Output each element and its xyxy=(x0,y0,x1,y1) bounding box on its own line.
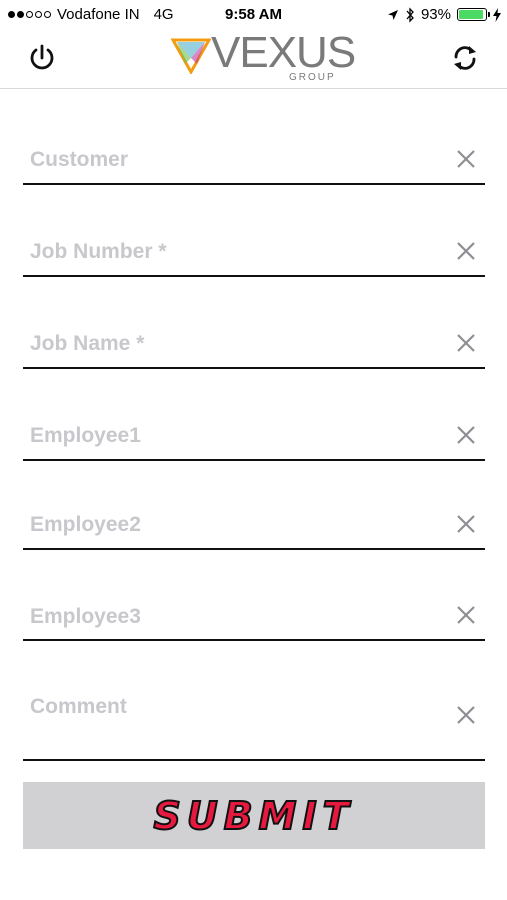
battery-percent: 93% xyxy=(420,6,451,23)
refresh-icon xyxy=(454,46,476,70)
location-arrow-icon xyxy=(387,9,398,20)
customer-placeholder: Customer xyxy=(30,148,129,171)
clear-customer-icon[interactable] xyxy=(455,148,477,170)
logo-text: VEXUS xyxy=(211,28,356,77)
logo-subtitle: GROUP xyxy=(289,72,336,83)
charging-icon xyxy=(493,7,501,22)
clear-employee2-icon[interactable] xyxy=(455,513,477,535)
status-bar: Vodafone IN 4G 9:58 AM 93% xyxy=(0,0,507,30)
status-right: 93% xyxy=(387,6,501,23)
submit-button[interactable]: SUBMIT xyxy=(23,782,485,849)
comment-field[interactable]: Comment xyxy=(23,686,485,761)
employee3-placeholder: Employee3 xyxy=(30,605,141,628)
job-number-field[interactable]: Job Number * xyxy=(23,230,485,277)
battery-icon xyxy=(457,8,490,21)
vexus-triangle-logo-icon xyxy=(171,38,211,74)
refresh-button[interactable] xyxy=(447,40,483,76)
employee3-field[interactable]: Employee3 xyxy=(23,594,485,641)
clear-employee3-icon[interactable] xyxy=(455,604,477,626)
employee1-placeholder: Employee1 xyxy=(30,424,141,447)
submit-label: SUBMIT xyxy=(152,793,355,839)
job-number-placeholder: Job Number * xyxy=(30,240,167,263)
employee2-field[interactable]: Employee2 xyxy=(23,503,485,550)
power-button[interactable] xyxy=(24,40,60,76)
clear-comment-icon[interactable] xyxy=(455,704,477,726)
job-name-placeholder: Job Name * xyxy=(30,332,145,355)
clear-job-number-icon[interactable] xyxy=(455,240,477,262)
comment-placeholder: Comment xyxy=(30,695,127,718)
job-name-field[interactable]: Job Name * xyxy=(23,322,485,369)
vexus-logo: VEXUS GROUP xyxy=(171,28,356,84)
app-header: VEXUS GROUP xyxy=(0,28,507,89)
employee1-field[interactable]: Employee1 xyxy=(23,414,485,461)
employee2-placeholder: Employee2 xyxy=(30,513,141,536)
battery-fill xyxy=(459,10,484,19)
clear-job-name-icon[interactable] xyxy=(455,332,477,354)
clear-employee1-icon[interactable] xyxy=(455,424,477,446)
customer-field[interactable]: Customer xyxy=(23,138,485,185)
bluetooth-icon xyxy=(406,6,414,23)
power-icon xyxy=(30,44,54,70)
